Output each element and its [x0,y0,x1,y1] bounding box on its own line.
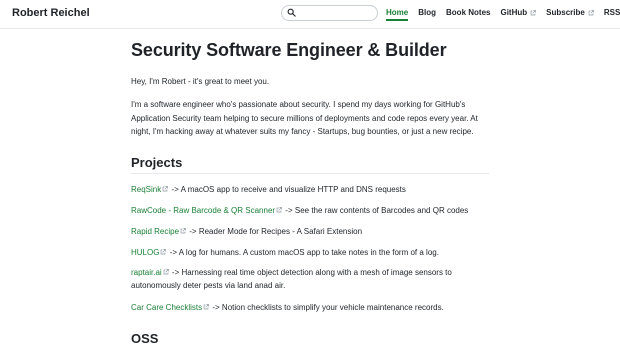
greeting-text: Hey, I'm Robert - it's great to meet you… [131,77,270,86]
nav-blog-label: Blog [418,8,437,17]
nav-subscribe-label: Subscribe [546,8,585,17]
project-item: Rapid Recipe -> Reader Mode for Recipes … [131,225,491,238]
nav-rss-link[interactable]: RSS [604,8,620,17]
project-item: raptair.ai -> Harnessing real time objec… [131,266,491,292]
main-nav: Home Blog Book Notes GitHub Subscribe RS… [386,8,620,22]
nav-book-notes-link[interactable]: Book Notes [446,8,490,17]
external-link-icon [163,269,169,275]
project-item: HULOG -> A log for humans. A custom macO… [131,246,491,259]
nav-github-link[interactable]: GitHub [500,8,536,17]
nav-rss-label: RSS [603,8,620,17]
external-link-icon [276,207,282,213]
search-box[interactable] [281,5,378,21]
project-link-rawcode[interactable]: RawCode - Raw Barcode & QR Scanner [131,206,275,215]
project-description: -> Notion checklists to simplify your ve… [212,303,444,312]
nav-book-notes-label: Book Notes [446,8,491,17]
project-item: ReqSink -> A macOS app to receive and vi… [131,183,491,196]
project-description: -> See the raw contents of Barcodes and … [285,206,469,215]
external-link-icon [180,228,186,234]
project-link-reqsink[interactable]: ReqSink [131,185,161,194]
page-title: Security Software Engineer & Builder [131,40,447,60]
site-title[interactable]: Robert Reichel [12,7,90,19]
project-link-raptair[interactable]: raptair.ai [131,268,162,277]
project-description: -> Reader Mode for Recipes - A Safari Ex… [189,227,363,236]
external-link-icon [588,9,594,15]
nav-home-link[interactable]: Home [386,8,409,21]
nav-blog-link[interactable]: Blog [418,8,436,17]
project-link-rapid-recipe[interactable]: Rapid Recipe [131,227,179,236]
project-description: -> A log for humans. A custom macOS app … [169,248,439,257]
projects-heading: Projects [131,155,183,170]
main-content: Security Software Engineer & Builder Hey… [131,40,501,346]
project-description: -> Harnessing real time object detection… [131,268,452,290]
external-link-icon [203,304,209,310]
nav-home-label: Home [386,8,409,17]
search-input[interactable] [299,7,373,19]
project-item: RawCode - Raw Barcode & QR Scanner -> Se… [131,204,491,217]
external-link-icon [162,186,169,192]
project-link-hulog[interactable]: HULOG [131,248,159,257]
project-link-car-care-checklists[interactable]: Car Care Checklists [131,303,202,312]
oss-heading: OSS [131,331,159,346]
nav-subscribe-link[interactable]: Subscribe [546,8,594,17]
external-link-icon [161,249,167,255]
nav-github-label: GitHub [500,8,528,17]
bio-paragraph: I'm a software engineer who's passionate… [131,100,478,136]
project-item: Car Care Checklists -> Notion checklists… [131,301,491,314]
external-link-icon [530,9,536,15]
section-divider [131,173,489,174]
search-icon [287,8,296,17]
top-navigation-bar: Robert Reichel Home Blog Book Notes GitH… [0,0,620,29]
project-description: -> A macOS app to receive and visualize … [171,185,406,194]
